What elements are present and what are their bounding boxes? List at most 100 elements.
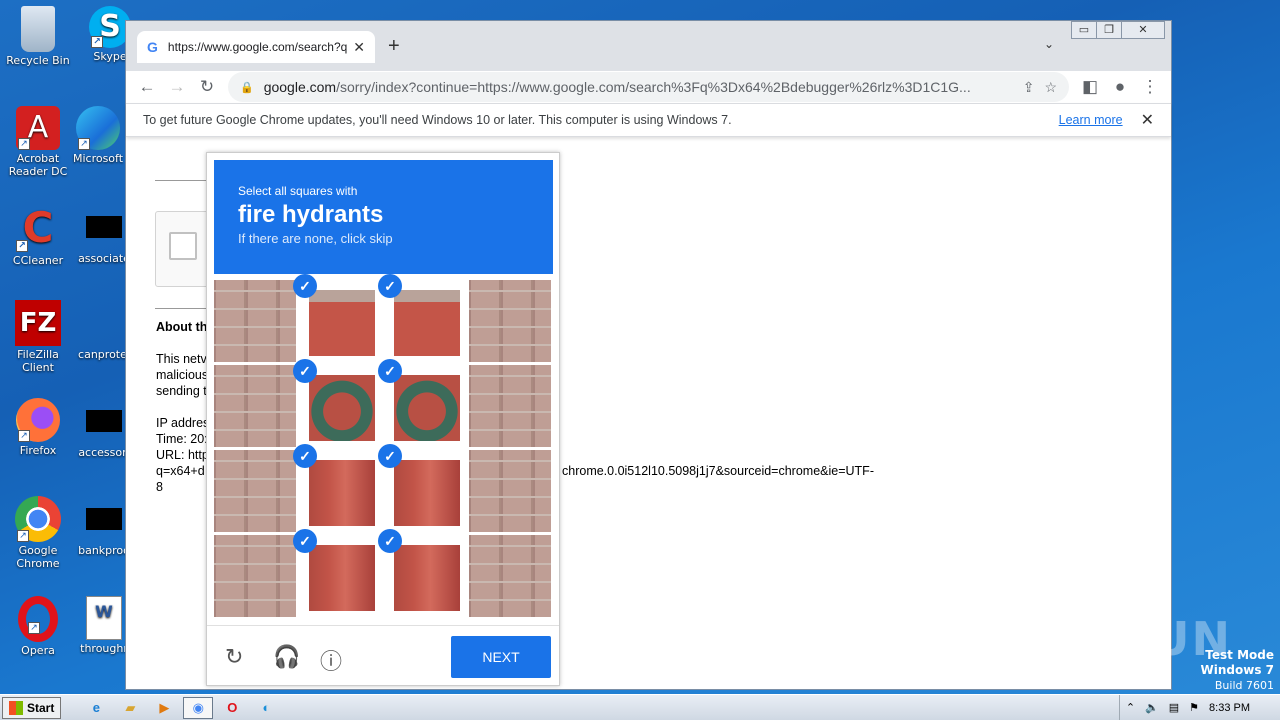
tray-expand-icon[interactable]: ⌃ [1126, 701, 1135, 714]
challenge-tile[interactable] [214, 365, 296, 447]
file-thumbnail-icon [86, 410, 122, 432]
clock[interactable]: 8:33 PM [1209, 702, 1250, 714]
windows-logo-icon [9, 700, 23, 715]
about-heading: About th [156, 320, 208, 334]
profile-avatar-icon[interactable]: ● [1105, 77, 1135, 97]
tile-selected-check-icon: ✓ [378, 444, 402, 468]
start-button[interactable]: Start [2, 696, 62, 719]
challenge-tile[interactable]: ✓ [293, 444, 381, 532]
tile-image [394, 290, 460, 356]
firefox-icon: ↗ [16, 398, 60, 442]
maximize-icon[interactable]: ❐ [1096, 21, 1122, 39]
challenge-instruction: Select all squares with [238, 184, 358, 198]
desktop-icon-label: accessori [78, 446, 130, 459]
desktop-icon-label: CCleaner [12, 254, 64, 267]
tile-image [309, 460, 375, 526]
taskbar-opera-icon[interactable]: O [217, 697, 247, 719]
challenge-tile[interactable] [469, 280, 551, 362]
desktop-icon-label: FileZilla Client [17, 348, 59, 374]
taskbar-explorer-icon[interactable]: ▰ [115, 697, 145, 719]
tab-search-chevron-icon[interactable]: ⌄ [1044, 37, 1054, 51]
desktop-icon-label: associate [78, 252, 130, 265]
desktop-icon-recycle-bin[interactable]: Recycle Bin [0, 6, 76, 67]
file-thumbnail-icon [86, 508, 122, 530]
window-close-icon[interactable]: ✕ [1121, 21, 1165, 39]
reload-icon[interactable]: ↻ [192, 77, 222, 97]
desktop-icon-label: Firefox [19, 444, 57, 457]
opera-icon: ↗ [18, 596, 58, 642]
challenge-tile[interactable] [214, 450, 296, 532]
tile-image [309, 545, 375, 611]
network-icon[interactable]: ▤ [1169, 701, 1179, 714]
tile-image [309, 375, 375, 441]
next-button[interactable]: NEXT [451, 636, 551, 678]
desktop-icon-filezilla[interactable]: FZ FileZilla Client [0, 300, 76, 374]
bookmark-star-icon[interactable]: ☆ [1044, 79, 1057, 96]
browser-toolbar: ← → ↻ 🔒 google.com/sorry/index?continue=… [126, 71, 1171, 103]
desktop-icon-label: canprotei [78, 348, 130, 361]
update-infobar: To get future Google Chrome updates, you… [126, 103, 1171, 137]
url-text: google.com/sorry/index?continue=https://… [263, 79, 971, 95]
page-text: malicious [156, 368, 209, 382]
learn-more-link[interactable]: Learn more [1059, 113, 1123, 127]
desktop-icon-ccleaner[interactable]: C ↗ CCleaner [0, 204, 76, 268]
side-panel-icon[interactable]: ◧ [1075, 77, 1105, 97]
share-icon[interactable]: ⇪ [1023, 79, 1035, 96]
lock-icon: 🔒 [240, 81, 254, 94]
info-icon[interactable]: ⓘ [320, 644, 342, 676]
volume-icon[interactable]: 🔈 [1145, 701, 1159, 714]
taskbar: Start e ▰ ▶ ◉ O ◐ ⌃ 🔈 ▤ ⚑ 8:33 PM [0, 694, 1280, 720]
challenge-target: fire hydrants [238, 201, 384, 228]
start-label: Start [27, 700, 55, 715]
challenge-tile[interactable]: ✓ [378, 274, 466, 362]
challenge-tile[interactable] [469, 365, 551, 447]
challenge-tile[interactable]: ✓ [378, 529, 466, 617]
desktop-icon-label: Google Chrome [16, 544, 60, 570]
reload-challenge-icon[interactable]: ↻ [225, 644, 243, 670]
anyrun-watermark: ANY ▷ RUN [927, 612, 1232, 666]
tab-title: https://www.google.com/search?q= [167, 40, 348, 54]
recycle-bin-icon [21, 6, 55, 52]
minimize-icon[interactable]: ▭ [1071, 21, 1097, 39]
tile-selected-check-icon: ✓ [293, 359, 317, 383]
taskbar-media-player-icon[interactable]: ▶ [149, 697, 179, 719]
page-text: sending t [156, 384, 207, 398]
challenge-tile[interactable] [469, 450, 551, 532]
audio-challenge-icon[interactable]: 🎧 [273, 644, 300, 670]
forward-arrow-icon[interactable]: → [162, 77, 192, 97]
shortcut-arrow-icon: ↗ [17, 530, 29, 542]
shortcut-arrow-icon: ↗ [91, 36, 103, 48]
shortcut-arrow-icon: ↗ [16, 240, 28, 252]
address-bar[interactable]: 🔒 google.com/sorry/index?continue=https:… [228, 72, 1069, 102]
challenge-tile[interactable] [214, 535, 296, 617]
new-tab-icon[interactable]: + [388, 35, 400, 58]
action-center-flag-icon[interactable]: ⚑ [1189, 701, 1199, 714]
infobar-close-icon[interactable]: ✕ [1141, 110, 1154, 130]
taskbar-ie-icon[interactable]: e [81, 697, 111, 719]
desktop-icon-label: throughr [80, 642, 128, 655]
challenge-tile[interactable]: ✓ [293, 529, 381, 617]
challenge-tile[interactable] [214, 280, 296, 362]
desktop-icon-google-chrome[interactable]: ↗ Google Chrome [0, 496, 76, 570]
file-thumbnail-icon [86, 312, 122, 334]
challenge-tile[interactable]: ✓ [293, 274, 381, 362]
challenge-tile[interactable]: ✓ [293, 359, 381, 447]
taskbar-chrome-icon[interactable]: ◉ [183, 696, 214, 719]
desktop-icon-label: Microsoft [72, 152, 124, 165]
kebab-menu-icon[interactable]: ⋮ [1135, 77, 1165, 97]
recaptcha-checkbox[interactable] [169, 232, 197, 260]
challenge-image-grid: ✓ ✓ ✓ ✓ ✓ ✓ ✓ ✓ [214, 274, 553, 619]
tab-strip: G https://www.google.com/search?q= ✕ + ⌄… [126, 21, 1171, 71]
desktop-icon-label: Recycle Bin [6, 54, 70, 67]
url-line: URL: http [156, 448, 209, 462]
challenge-tile[interactable] [469, 535, 551, 617]
desktop-icon-firefox[interactable]: ↗ Firefox [0, 398, 76, 457]
desktop-icon-opera[interactable]: ↗ Opera [0, 596, 76, 657]
tab-close-icon[interactable]: ✕ [353, 39, 365, 56]
taskbar-edge-icon[interactable]: ◐ [251, 697, 281, 719]
tab-google-search[interactable]: G https://www.google.com/search?q= ✕ [137, 31, 375, 63]
challenge-tile[interactable]: ✓ [378, 359, 466, 447]
google-favicon-icon: G [147, 39, 158, 55]
challenge-tile[interactable]: ✓ [378, 444, 466, 532]
back-arrow-icon[interactable]: ← [132, 77, 162, 97]
